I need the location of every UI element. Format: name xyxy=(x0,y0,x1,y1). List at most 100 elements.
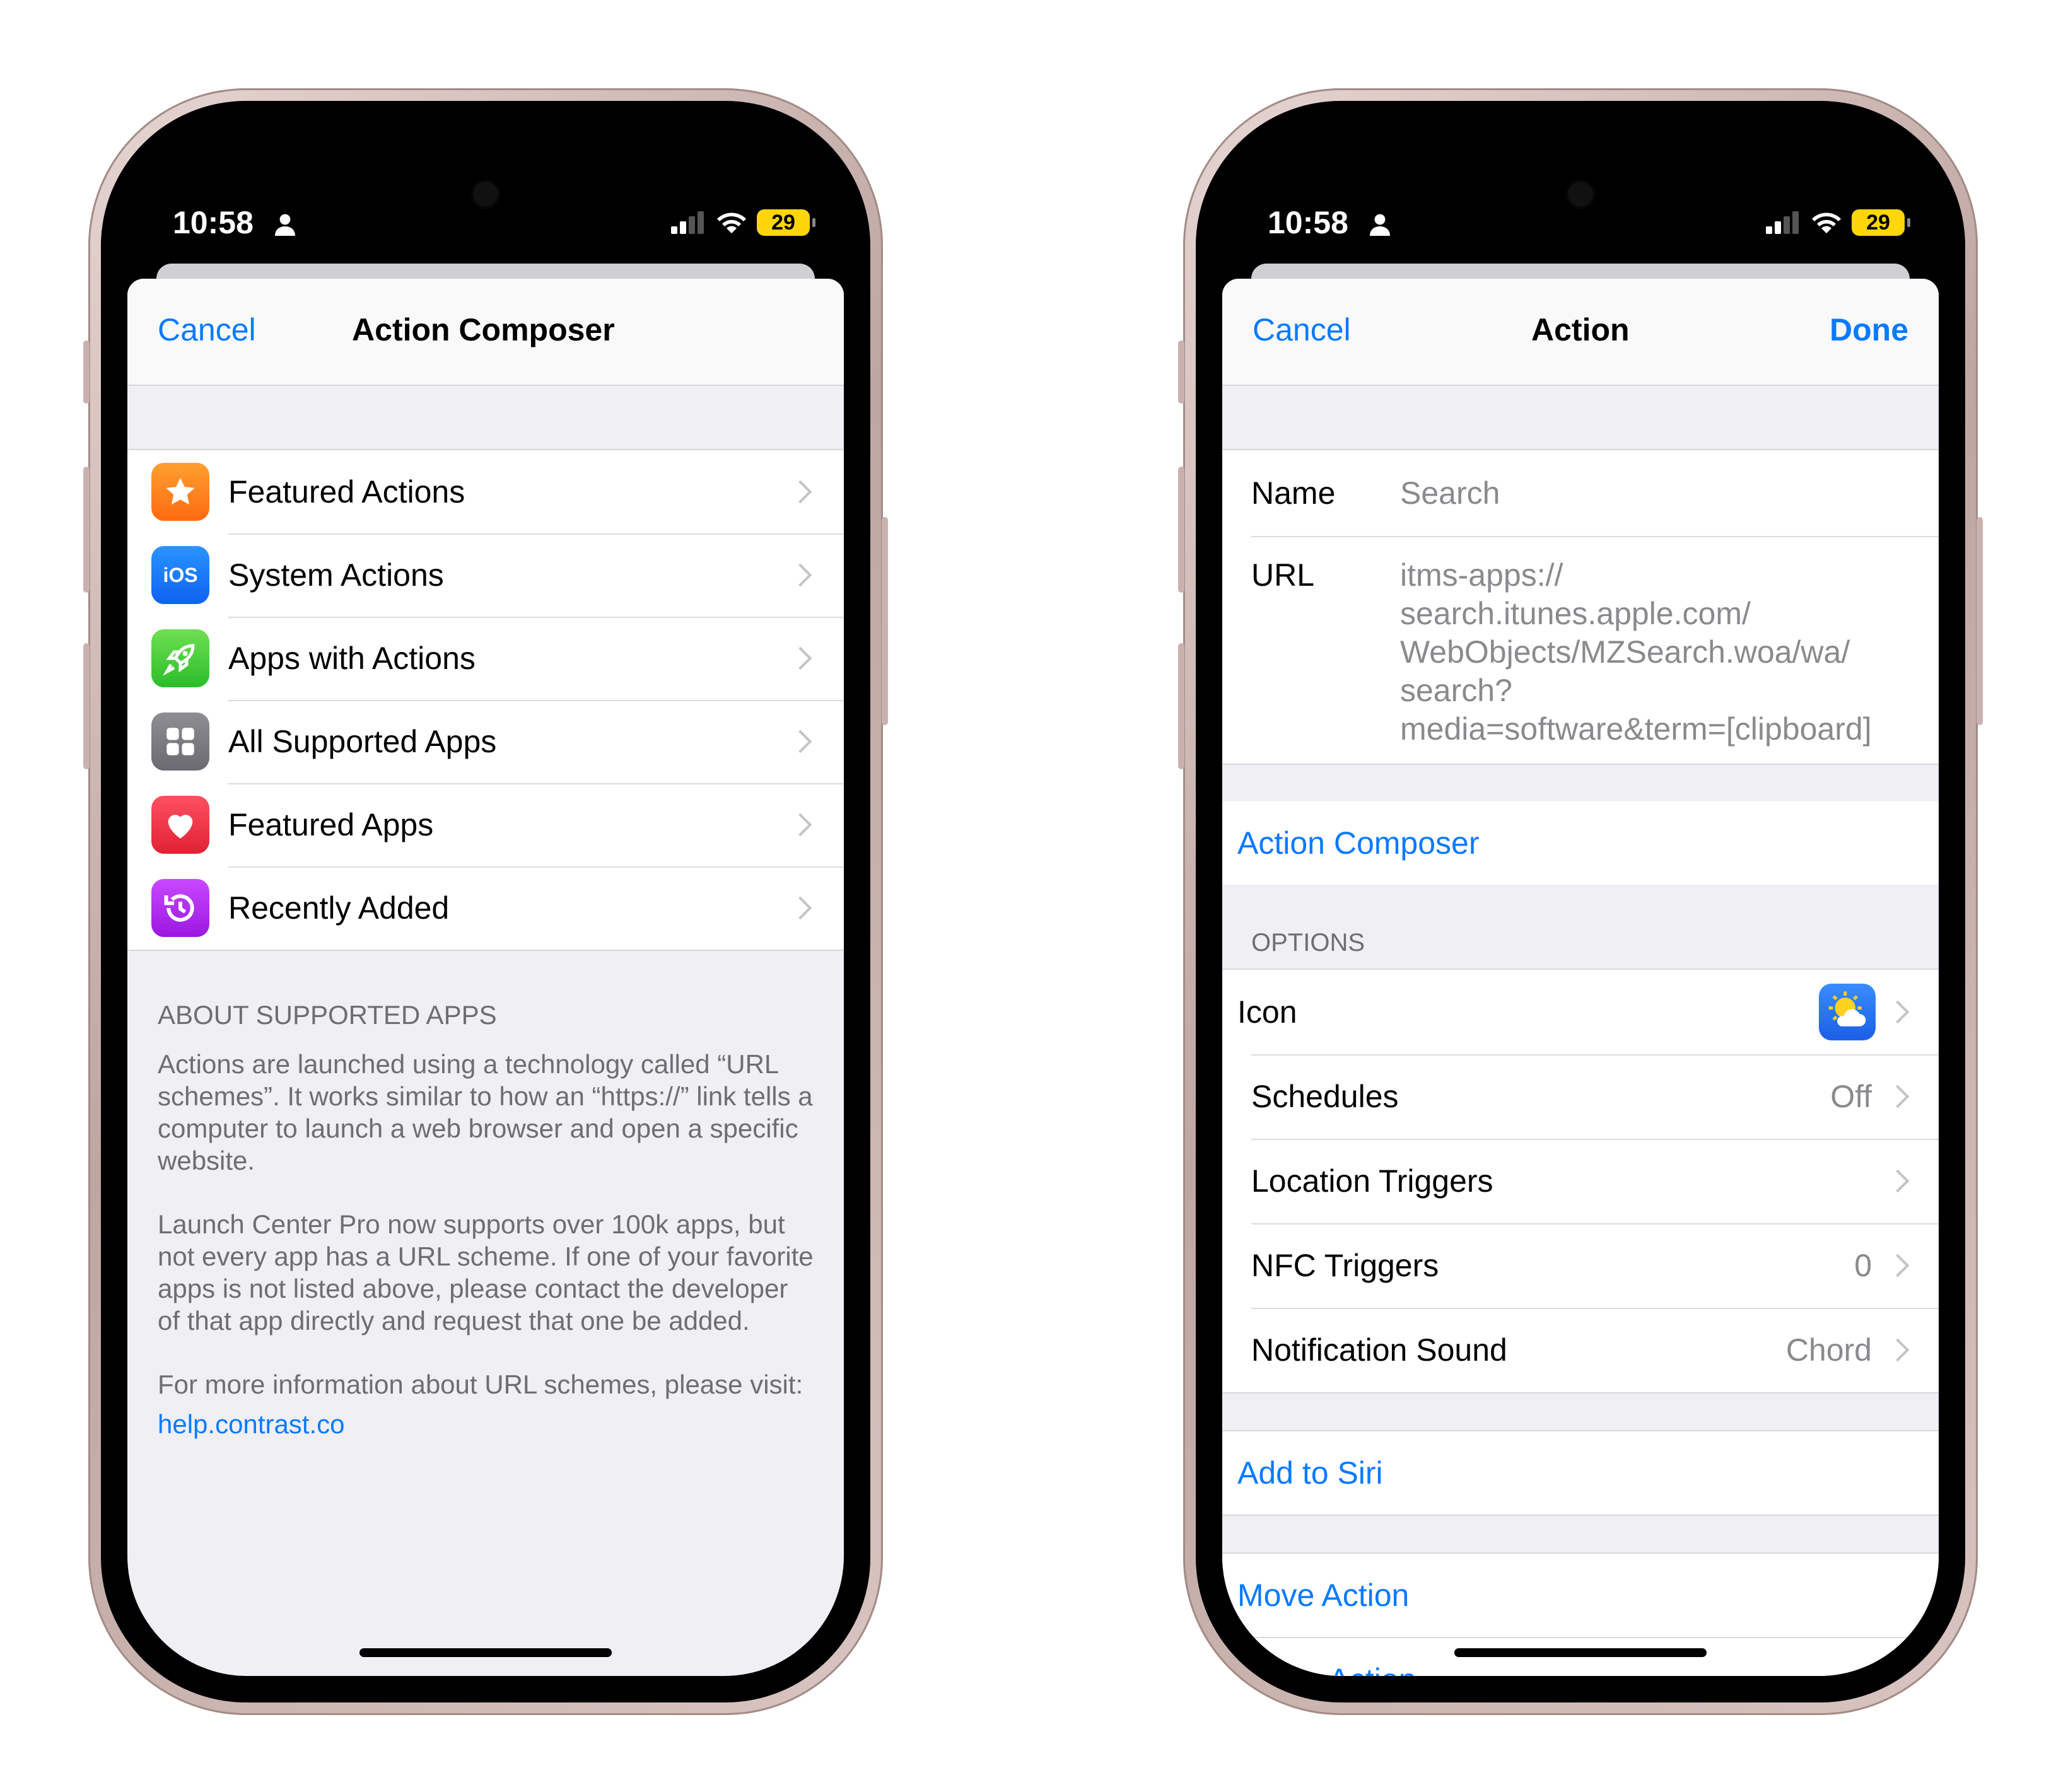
status-time: 10:58 xyxy=(1268,205,1348,240)
location-triggers-row[interactable]: Location Triggers xyxy=(1222,1139,1939,1223)
options-list: Icon Schedules Off Location Triggers NFC… xyxy=(1222,969,1939,1393)
wifi-icon xyxy=(717,212,746,233)
bezel: 10:58 29 Cancel Action Done Name Search … xyxy=(1196,101,1965,1702)
url-field[interactable]: itms-apps:// search.itunes.apple.com/ We… xyxy=(1400,556,1939,748)
options-header: OPTIONS xyxy=(1251,929,1365,957)
help-link[interactable]: help.contrast.co xyxy=(158,1409,814,1440)
icon-row[interactable]: Icon xyxy=(1222,970,1939,1054)
add-to-siri-button[interactable]: Add to Siri xyxy=(1222,1430,1939,1516)
list-item-apps-with-actions[interactable]: Apps with Actions xyxy=(127,617,844,700)
name-field[interactable]: Search xyxy=(1400,474,1939,513)
action-composer-sheet: Cancel Action Composer Featured Actions xyxy=(127,279,844,1676)
url-label: URL xyxy=(1251,557,1315,593)
side-button xyxy=(882,517,888,725)
ringer-switch xyxy=(1178,340,1184,404)
grid-icon xyxy=(151,713,209,771)
done-button[interactable]: Done xyxy=(1830,311,1908,348)
side-button xyxy=(1977,517,1983,725)
about-paragraph: For more information about URL schemes, … xyxy=(158,1370,803,1399)
battery-indicator: 29 xyxy=(757,209,815,236)
nfc-triggers-row[interactable]: NFC Triggers 0 xyxy=(1222,1223,1939,1308)
list-item-label: Recently Added xyxy=(228,890,450,926)
list-item-all-supported-apps[interactable]: All Supported Apps xyxy=(127,700,844,783)
action-composer-button[interactable]: Action Composer xyxy=(1222,801,1939,885)
signal-icon xyxy=(1766,211,1799,234)
ringer-switch xyxy=(83,340,90,404)
star-icon xyxy=(151,463,209,521)
move-action-button[interactable]: Move Action xyxy=(1222,1554,1939,1637)
cancel-button[interactable]: Cancel xyxy=(1253,311,1351,348)
schedules-row[interactable]: Schedules Off xyxy=(1222,1054,1939,1139)
screen: 10:58 29 Cancel Action Composer Featured… xyxy=(127,127,844,1676)
person-icon xyxy=(275,214,295,236)
weather-icon xyxy=(1819,984,1876,1040)
chevron-right-icon xyxy=(788,896,812,920)
list-item-label: All Supported Apps xyxy=(228,724,497,759)
chevron-right-icon xyxy=(788,563,812,587)
list-item-label: Featured Apps xyxy=(228,807,434,842)
chevron-right-icon xyxy=(1886,1254,1910,1277)
list-item-label: Featured Actions xyxy=(228,474,465,509)
list-item-featured-apps[interactable]: Featured Apps xyxy=(127,783,844,866)
home-indicator[interactable] xyxy=(359,1648,612,1657)
category-list: Featured Actions iOS System Actions Apps… xyxy=(127,449,844,951)
about-heading: ABOUT SUPPORTED APPS xyxy=(158,1000,497,1030)
nav-title: Action xyxy=(1531,312,1630,347)
nav-bar: Cancel Action Composer xyxy=(127,279,844,386)
signal-icon xyxy=(671,211,704,234)
list-item-featured-actions[interactable]: Featured Actions xyxy=(127,450,844,533)
chevron-right-icon xyxy=(1886,1338,1910,1362)
schedules-value: Off xyxy=(1830,1079,1872,1114)
chevron-right-icon xyxy=(788,480,812,504)
about-paragraph: Actions are launched using a technology … xyxy=(158,1049,813,1175)
notification-sound-row[interactable]: Notification Sound Chord xyxy=(1222,1308,1939,1392)
nav-title: Action Composer xyxy=(352,312,615,347)
left-phone: 10:58 29 Cancel Action Composer Featured… xyxy=(83,88,888,1715)
url-row[interactable]: URL itms-apps:// search.itunes.apple.com… xyxy=(1222,537,1939,764)
action-sheet: Cancel Action Done Name Search URL itms-… xyxy=(1222,279,1939,1676)
cancel-button[interactable]: Cancel xyxy=(158,311,256,348)
chevron-right-icon xyxy=(1886,1000,1910,1024)
bezel: 10:58 29 Cancel Action Composer Featured… xyxy=(101,101,870,1702)
share-action-button[interactable]: Share Action xyxy=(1222,1638,1939,1676)
ios-icon: iOS xyxy=(151,546,209,604)
schedules-label: Schedules xyxy=(1251,1079,1399,1114)
volume-down-button xyxy=(83,643,90,769)
front-camera xyxy=(1568,182,1593,207)
volume-up-button xyxy=(83,467,90,593)
name-label: Name xyxy=(1251,475,1336,511)
list-item-system-actions[interactable]: iOS System Actions xyxy=(127,533,844,617)
name-row[interactable]: Name Search xyxy=(1222,450,1939,536)
status-time: 10:58 xyxy=(173,205,254,240)
nfc-triggers-value: 0 xyxy=(1854,1248,1872,1283)
status-right: 29 xyxy=(671,209,815,236)
chevron-right-icon xyxy=(1886,1085,1910,1108)
volume-up-button xyxy=(1178,467,1184,593)
notification-sound-label: Notification Sound xyxy=(1251,1332,1507,1368)
screen: 10:58 29 Cancel Action Done Name Search … xyxy=(1222,127,1939,1676)
action-buttons: Move Action Share Action xyxy=(1222,1552,1939,1676)
person-icon xyxy=(1370,214,1390,236)
chevron-right-icon xyxy=(788,813,812,837)
list-item-label: Apps with Actions xyxy=(228,641,476,676)
home-indicator[interactable] xyxy=(1454,1648,1707,1657)
notification-sound-value: Chord xyxy=(1785,1332,1872,1368)
heart-icon xyxy=(151,796,209,854)
right-phone: 10:58 29 Cancel Action Done Name Search … xyxy=(1178,88,1983,1715)
list-item-recently-added[interactable]: Recently Added xyxy=(127,866,844,950)
nav-bar: Cancel Action Done xyxy=(1222,279,1939,386)
clock-icon xyxy=(151,879,209,937)
status-right: 29 xyxy=(1766,209,1910,236)
list-item-label: System Actions xyxy=(228,557,444,593)
nfc-triggers-label: NFC Triggers xyxy=(1251,1248,1439,1283)
volume-down-button xyxy=(1178,643,1184,769)
battery-indicator: 29 xyxy=(1852,209,1910,236)
wifi-icon xyxy=(1812,212,1841,233)
front-camera xyxy=(473,182,498,207)
rocket-icon xyxy=(151,629,209,687)
